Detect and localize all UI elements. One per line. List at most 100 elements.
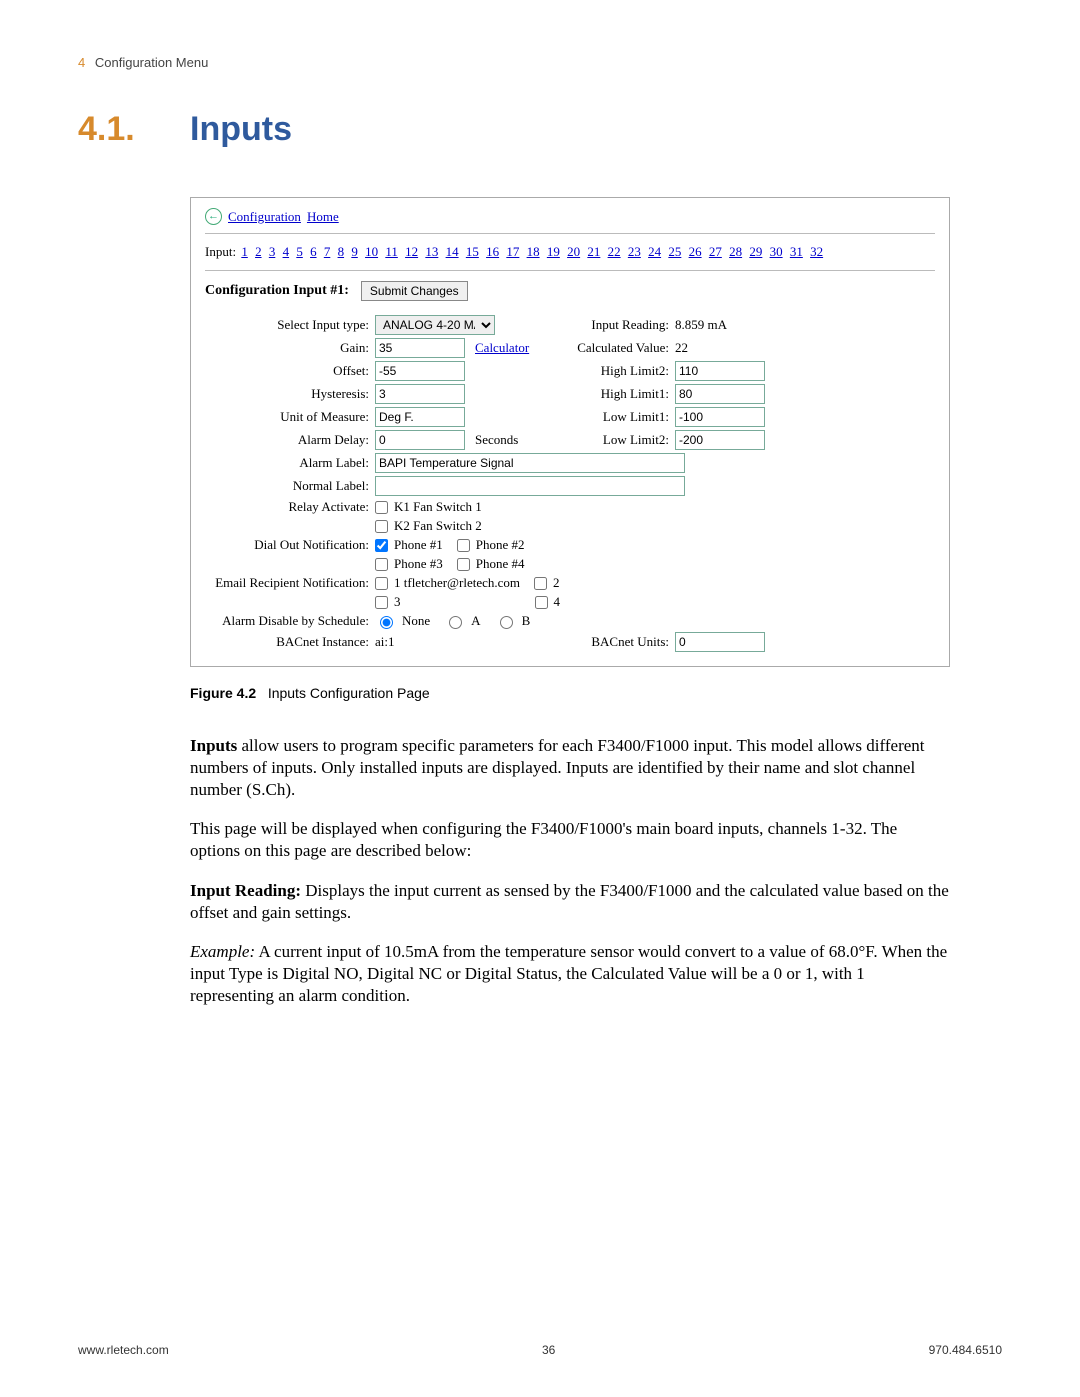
alarm-disable-a-label: A: [471, 613, 480, 629]
offset-field[interactable]: [375, 361, 465, 381]
phone2-checkbox[interactable]: [457, 539, 470, 552]
email4-checkbox[interactable]: [535, 596, 548, 609]
input-link-8[interactable]: 8: [338, 244, 345, 259]
input-link-14[interactable]: 14: [446, 244, 459, 259]
low-limit1-label: Low Limit1:: [555, 409, 675, 425]
input-link-28[interactable]: 28: [729, 244, 742, 259]
figure-number: Figure 4.2: [190, 685, 256, 701]
input-link-21[interactable]: 21: [587, 244, 600, 259]
input-link-27[interactable]: 27: [709, 244, 722, 259]
paragraph-4: Example: A current input of 10.5mA from …: [190, 941, 950, 1006]
phone3-label: Phone #3: [394, 556, 443, 572]
input-link-25[interactable]: 25: [668, 244, 681, 259]
normal-label-field[interactable]: [375, 476, 685, 496]
input-link-11[interactable]: 11: [385, 244, 398, 259]
input-link-30[interactable]: 30: [770, 244, 783, 259]
phone4-checkbox[interactable]: [457, 558, 470, 571]
input-link-18[interactable]: 18: [527, 244, 540, 259]
relay-k1-checkbox[interactable]: [375, 501, 388, 514]
home-link[interactable]: Home: [307, 209, 339, 225]
input-link-7[interactable]: 7: [324, 244, 331, 259]
input-link-17[interactable]: 17: [506, 244, 519, 259]
config-link[interactable]: Configuration: [228, 209, 301, 225]
figure-caption-text: Inputs Configuration Page: [268, 685, 430, 701]
footer-left: www.rletech.com: [78, 1343, 169, 1357]
input-link-1[interactable]: 1: [241, 244, 248, 259]
phone1-checkbox[interactable]: [375, 539, 388, 552]
input-link-24[interactable]: 24: [648, 244, 661, 259]
alarm-delay-field[interactable]: [375, 430, 465, 450]
low-limit1-field[interactable]: [675, 407, 765, 427]
relay-activate-label: Relay Activate:: [205, 499, 375, 515]
config-header-row: Configuration Input #1: Submit Changes: [205, 281, 935, 301]
email2-checkbox[interactable]: [534, 577, 547, 590]
input-link-15[interactable]: 15: [466, 244, 479, 259]
input-link-22[interactable]: 22: [608, 244, 621, 259]
hysteresis-field[interactable]: [375, 384, 465, 404]
input-link-5[interactable]: 5: [296, 244, 303, 259]
input-link-2[interactable]: 2: [255, 244, 262, 259]
input-link-10[interactable]: 10: [365, 244, 378, 259]
relay-k1-label: K1 Fan Switch 1: [394, 499, 482, 515]
page-header: 4 Configuration Menu: [78, 55, 1002, 70]
input-link-20[interactable]: 20: [567, 244, 580, 259]
phone3-checkbox[interactable]: [375, 558, 388, 571]
input-link-23[interactable]: 23: [628, 244, 641, 259]
bacnet-instance-value: ai:1: [375, 634, 475, 650]
alarm-disable-none-radio[interactable]: [380, 616, 393, 629]
document-page: 4 Configuration Menu 4.1. Inputs ← Confi…: [0, 0, 1080, 1397]
calculated-value-label: Calculated Value:: [555, 340, 675, 356]
calculator-link[interactable]: Calculator: [475, 340, 529, 355]
alarm-disable-a-radio[interactable]: [449, 616, 462, 629]
input-link-4[interactable]: 4: [283, 244, 290, 259]
calculated-value-value: 22: [675, 340, 755, 356]
chapter-number: 4: [78, 55, 85, 70]
phone1-label: Phone #1: [394, 537, 443, 553]
relay-k2-checkbox[interactable]: [375, 520, 388, 533]
inputs-bold: Inputs: [190, 736, 237, 755]
dial-out-label: Dial Out Notification:: [205, 537, 375, 553]
breadcrumb: ← Configuration Home: [205, 208, 935, 225]
input-link-3[interactable]: 3: [269, 244, 276, 259]
alarm-label-field[interactable]: [375, 453, 685, 473]
email1-label: 1 tfletcher@rletech.com: [394, 575, 520, 591]
offset-label: Offset:: [205, 363, 375, 379]
input-link-16[interactable]: 16: [486, 244, 499, 259]
input-link-29[interactable]: 29: [749, 244, 762, 259]
gain-field[interactable]: [375, 338, 465, 358]
paragraph-2: This page will be displayed when configu…: [190, 818, 950, 862]
input-link-26[interactable]: 26: [689, 244, 702, 259]
submit-button[interactable]: Submit Changes: [361, 281, 468, 301]
high-limit2-field[interactable]: [675, 361, 765, 381]
phone2-label: Phone #2: [476, 537, 525, 553]
config-form: Select Input type: ANALOG 4-20 MA Input …: [205, 315, 935, 652]
alarm-disable-b-radio[interactable]: [500, 616, 513, 629]
uom-field[interactable]: [375, 407, 465, 427]
input-link-32[interactable]: 32: [810, 244, 823, 259]
uom-label: Unit of Measure:: [205, 409, 375, 425]
input-link-12[interactable]: 12: [405, 244, 418, 259]
figure-caption: Figure 4.2 Inputs Configuration Page: [190, 685, 1002, 701]
alarm-disable-b-label: B: [522, 613, 531, 629]
high-limit1-field[interactable]: [675, 384, 765, 404]
bacnet-units-field[interactable]: [675, 632, 765, 652]
bacnet-instance-label: BACnet Instance:: [205, 634, 375, 650]
email1-checkbox[interactable]: [375, 577, 388, 590]
alarm-label-label: Alarm Label:: [205, 455, 375, 471]
input-link-19[interactable]: 19: [547, 244, 560, 259]
input-link-9[interactable]: 9: [351, 244, 358, 259]
email3-checkbox[interactable]: [375, 596, 388, 609]
back-icon[interactable]: ←: [205, 208, 222, 225]
email-notification-label: Email Recipient Notification:: [205, 575, 375, 591]
gain-label: Gain:: [205, 340, 375, 356]
section-heading: 4.1. Inputs: [78, 110, 1002, 149]
input-link-13[interactable]: 13: [425, 244, 438, 259]
email4-label: 4: [554, 594, 561, 610]
divider: [205, 270, 935, 271]
input-link-31[interactable]: 31: [790, 244, 803, 259]
select-input-type-field[interactable]: ANALOG 4-20 MA: [375, 315, 495, 335]
low-limit2-field[interactable]: [675, 430, 765, 450]
p3-text: Displays the input current as sensed by …: [190, 881, 949, 922]
email2-label: 2: [553, 575, 560, 591]
input-link-6[interactable]: 6: [310, 244, 317, 259]
